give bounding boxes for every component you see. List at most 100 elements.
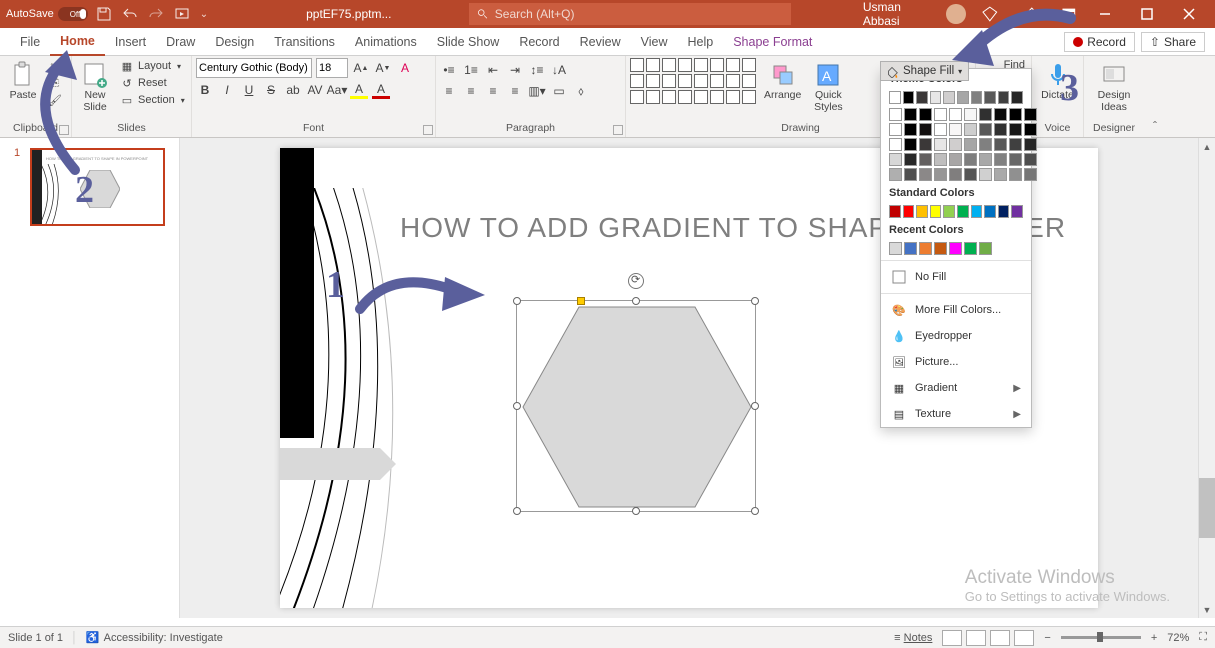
color-swatch[interactable] — [1024, 153, 1037, 166]
color-swatch[interactable] — [930, 205, 942, 218]
color-swatch[interactable] — [889, 108, 902, 121]
resize-handle-l[interactable] — [513, 402, 521, 410]
color-swatch[interactable] — [943, 205, 955, 218]
tab-animations[interactable]: Animations — [345, 28, 427, 56]
color-swatch[interactable] — [949, 242, 962, 255]
color-swatch[interactable] — [919, 168, 932, 181]
color-swatch[interactable] — [957, 91, 969, 104]
align-center-button[interactable]: ≡ — [462, 82, 480, 100]
color-swatch[interactable] — [964, 153, 977, 166]
reset-button[interactable]: ↺Reset — [118, 75, 187, 91]
arrange-button[interactable]: Arrange — [760, 58, 805, 104]
color-swatch[interactable] — [919, 242, 932, 255]
color-swatch[interactable] — [994, 138, 1007, 151]
start-from-beginning-icon[interactable] — [174, 6, 190, 22]
more-colors-item[interactable]: 🎨More Fill Colors... — [881, 297, 1031, 323]
selected-shape[interactable] — [516, 300, 756, 512]
color-swatch[interactable] — [1024, 168, 1037, 181]
section-button[interactable]: ▭Section▾ — [118, 92, 187, 108]
color-swatch[interactable] — [904, 168, 917, 181]
zoom-in-button[interactable]: + — [1151, 632, 1157, 644]
color-swatch[interactable] — [919, 138, 932, 151]
color-swatch[interactable] — [904, 153, 917, 166]
scroll-up-icon[interactable]: ▲ — [1199, 138, 1215, 155]
color-swatch[interactable] — [998, 91, 1010, 104]
color-swatch[interactable] — [964, 108, 977, 121]
undo-icon[interactable] — [122, 6, 138, 22]
color-swatch[interactable] — [998, 205, 1010, 218]
color-swatch[interactable] — [1009, 108, 1022, 121]
shadow-button[interactable]: ab — [284, 81, 302, 99]
color-swatch[interactable] — [964, 123, 977, 136]
vertical-scrollbar[interactable]: ▲ ▼ — [1198, 138, 1215, 618]
tab-record[interactable]: Record — [509, 28, 569, 56]
share-button[interactable]: ⇧Share — [1141, 32, 1205, 52]
highlight-button[interactable]: A — [350, 81, 368, 99]
color-swatch[interactable] — [934, 138, 947, 151]
color-swatch[interactable] — [889, 168, 902, 181]
minimize-button[interactable] — [1085, 0, 1125, 28]
color-swatch[interactable] — [919, 123, 932, 136]
collapse-ribbon-icon[interactable]: ˆ — [1144, 56, 1166, 137]
sorter-view-button[interactable] — [966, 630, 986, 646]
color-swatch[interactable] — [919, 108, 932, 121]
smartart-button[interactable]: ⬨ — [572, 82, 590, 100]
color-swatch[interactable] — [949, 123, 962, 136]
color-swatch[interactable] — [971, 205, 983, 218]
color-swatch[interactable] — [994, 123, 1007, 136]
redo-icon[interactable] — [148, 6, 164, 22]
color-swatch[interactable] — [934, 168, 947, 181]
color-swatch[interactable] — [904, 242, 917, 255]
color-swatch[interactable] — [889, 123, 902, 136]
search-input[interactable] — [495, 7, 783, 21]
slideshow-view-button[interactable] — [1014, 630, 1034, 646]
color-swatch[interactable] — [1011, 91, 1023, 104]
color-swatch[interactable] — [984, 205, 996, 218]
resize-handle-tr[interactable] — [751, 297, 759, 305]
font-color-button[interactable]: A — [372, 81, 390, 99]
color-swatch[interactable] — [964, 138, 977, 151]
zoom-slider[interactable] — [1061, 636, 1141, 639]
resize-handle-tl[interactable] — [513, 297, 521, 305]
color-swatch[interactable] — [979, 242, 992, 255]
font-launcher[interactable] — [423, 125, 433, 135]
color-swatch[interactable] — [916, 91, 928, 104]
color-swatch[interactable] — [984, 91, 996, 104]
shapes-gallery[interactable] — [630, 58, 756, 104]
texture-item[interactable]: ▤Texture▶ — [881, 401, 1031, 427]
color-swatch[interactable] — [916, 205, 928, 218]
color-swatch[interactable] — [1024, 138, 1037, 151]
zoom-out-button[interactable]: − — [1044, 632, 1050, 644]
color-swatch[interactable] — [1024, 108, 1037, 121]
color-swatch[interactable] — [1011, 205, 1023, 218]
clear-format-icon[interactable]: A — [396, 59, 414, 77]
color-swatch[interactable] — [979, 153, 992, 166]
color-swatch[interactable] — [949, 153, 962, 166]
resize-handle-bl[interactable] — [513, 507, 521, 515]
color-swatch[interactable] — [904, 138, 917, 151]
color-swatch[interactable] — [934, 242, 947, 255]
maximize-button[interactable] — [1127, 0, 1167, 28]
font-size-select[interactable] — [316, 58, 348, 78]
fit-to-window-button[interactable]: ⛶ — [1199, 631, 1207, 644]
slide-canvas[interactable]: HOW TO ADD GRADIENT TO SHAPE IN POWER Ac… — [180, 138, 1198, 618]
underline-button[interactable]: U — [240, 81, 258, 99]
color-swatch[interactable] — [1009, 138, 1022, 151]
design-ideas-button[interactable]: Design Ideas — [1088, 58, 1140, 115]
color-swatch[interactable] — [903, 91, 915, 104]
picture-item[interactable]: 🖼Picture... — [881, 349, 1031, 375]
increase-font-icon[interactable]: A▲ — [352, 59, 370, 77]
resize-handle-br[interactable] — [751, 507, 759, 515]
strikethrough-button[interactable]: S — [262, 81, 280, 99]
resize-handle-t[interactable] — [632, 297, 640, 305]
decrease-indent-button[interactable]: ⇤ — [484, 61, 502, 79]
line-spacing-button[interactable]: ↕≡ — [528, 61, 546, 79]
align-text-button[interactable]: ▭ — [550, 82, 568, 100]
color-swatch[interactable] — [979, 108, 992, 121]
color-swatch[interactable] — [934, 153, 947, 166]
gradient-item[interactable]: ▦Gradient▶ — [881, 375, 1031, 401]
autosave-toggle[interactable]: AutoSave Off — [6, 7, 88, 21]
tab-insert[interactable]: Insert — [105, 28, 156, 56]
resize-handle-r[interactable] — [751, 402, 759, 410]
resize-handle-b[interactable] — [632, 507, 640, 515]
